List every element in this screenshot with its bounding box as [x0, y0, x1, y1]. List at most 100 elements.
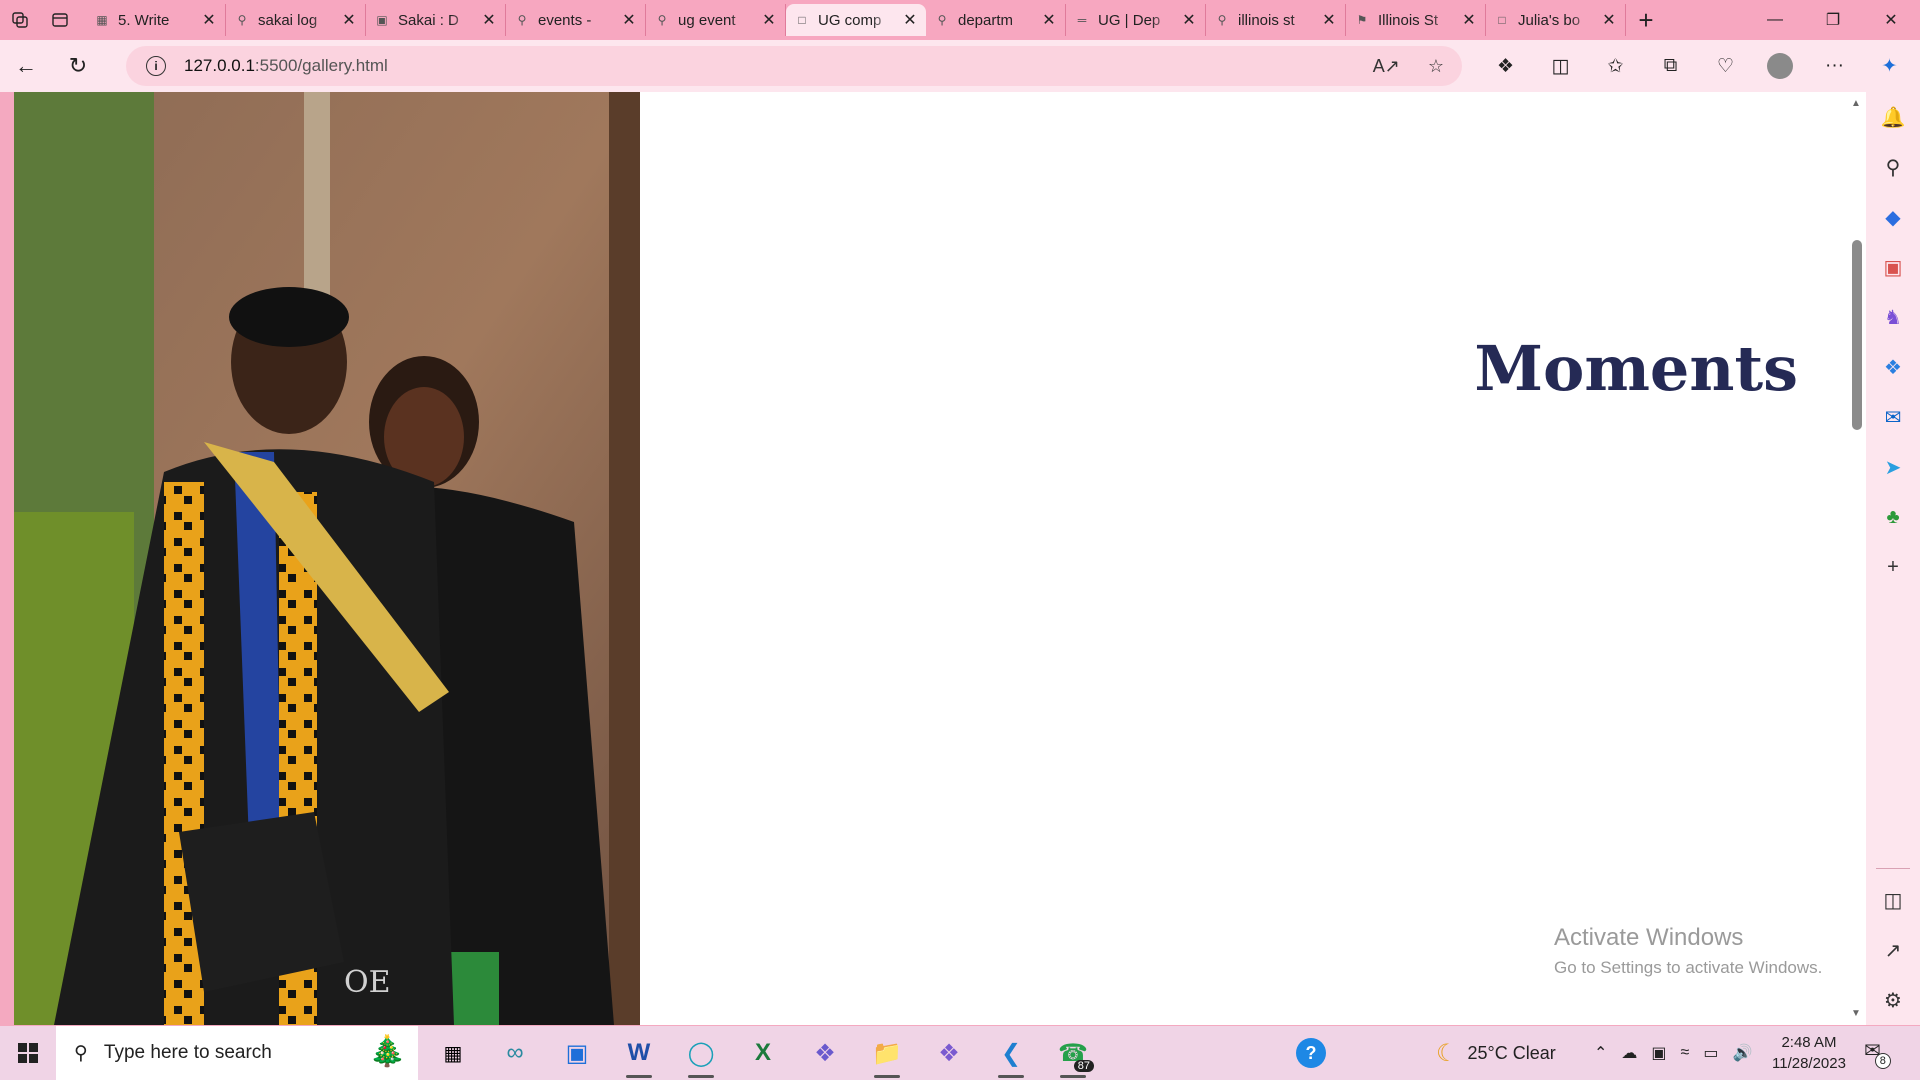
read-aloud-icon[interactable]: A↗ — [1373, 56, 1400, 77]
tab-7[interactable]: ═ UG | Dep ✕ — [1066, 4, 1206, 36]
tab-6[interactable]: ⚲ departm ✕ — [926, 4, 1066, 36]
scrollbar-thumb[interactable] — [1852, 240, 1862, 430]
tab-title: illinois st — [1238, 11, 1295, 29]
external-link-icon[interactable]: ↗ — [1866, 925, 1920, 975]
games-icon[interactable]: ♞ — [1866, 292, 1920, 342]
taskbar-clock[interactable]: 2:48 AM 11/28/2023 — [1772, 1032, 1846, 1074]
page-icon: □ — [1498, 13, 1506, 27]
tab-actions-icon[interactable] — [40, 0, 80, 40]
settings-gear-icon[interactable]: ⚙ — [1866, 975, 1920, 1025]
wifi-icon[interactable]: ≈ — [1681, 1044, 1690, 1062]
taskbar-search-box[interactable]: ⚲ Type here to search 🎄 — [56, 1026, 418, 1080]
weather-text: 25°C Clear — [1467, 1042, 1556, 1063]
copilot-infinity-icon[interactable]: ∞ — [484, 1026, 546, 1080]
window-controls: — ❐ ✕ — [1746, 0, 1920, 40]
close-tab-icon[interactable]: ✕ — [1321, 10, 1337, 30]
tab-title: ug event — [678, 11, 736, 29]
tools-briefcase-icon[interactable]: ▣ — [1866, 242, 1920, 292]
tab-8[interactable]: ⚲ illinois st ✕ — [1206, 4, 1346, 36]
whatsapp-icon[interactable]: ☎ 87 — [1042, 1026, 1104, 1080]
microsoft-store-icon[interactable]: ▣ — [546, 1026, 608, 1080]
microsoft-365-icon[interactable]: ❖ — [1866, 342, 1920, 392]
teams-icon[interactable]: ❖ — [794, 1026, 856, 1080]
sidebar-divider — [1876, 868, 1910, 869]
restore-button[interactable]: ❐ — [1804, 0, 1862, 40]
tab-title: Julia's bo — [1518, 11, 1581, 29]
activate-windows-subtitle: Go to Settings to activate Windows. — [1554, 958, 1823, 977]
tab-10[interactable]: □ Julia's bo ✕ — [1486, 4, 1626, 36]
profile-avatar[interactable] — [1767, 53, 1793, 79]
split-screen-icon[interactable]: ◫ — [1533, 40, 1588, 92]
close-tab-icon[interactable]: ✕ — [341, 10, 357, 30]
graduation-photo: OE — [14, 92, 640, 1025]
site-info-icon[interactable]: i — [146, 56, 166, 76]
activate-windows-title: Activate Windows — [1554, 924, 1744, 951]
extensions-icon[interactable]: ❖ — [1478, 40, 1533, 92]
close-tab-icon[interactable]: ✕ — [481, 10, 497, 30]
excel-icon[interactable]: X — [732, 1026, 794, 1080]
weather-widget[interactable]: ☾ 25°C Clear — [1436, 1026, 1556, 1080]
show-hidden-icons-chevron-icon[interactable]: ⌃ — [1594, 1043, 1607, 1063]
close-tab-icon[interactable]: ✕ — [621, 10, 637, 30]
help-icon[interactable]: ? — [1296, 1038, 1326, 1068]
back-button[interactable]: ← — [0, 40, 52, 92]
close-tab-icon[interactable]: ✕ — [761, 10, 777, 30]
taskbar-search-placeholder: Type here to search — [103, 1042, 272, 1063]
favorite-star-icon[interactable]: ☆ — [1428, 56, 1444, 77]
shopping-tag-icon[interactable]: ◆ — [1866, 192, 1920, 242]
add-sidebar-app-icon[interactable]: + — [1866, 542, 1920, 592]
close-window-button[interactable]: ✕ — [1862, 0, 1920, 40]
search-icon: ⚲ — [237, 13, 247, 27]
tab-1[interactable]: ⚲ sakai log ✕ — [226, 4, 366, 36]
task-view-icon[interactable]: ▦ — [422, 1026, 484, 1080]
close-tab-icon[interactable]: ✕ — [201, 10, 217, 30]
onedrive-icon[interactable]: ☁ — [1621, 1043, 1637, 1063]
drop-send-icon[interactable]: ➤ — [1866, 442, 1920, 492]
bell-icon[interactable]: 🔔 — [1866, 92, 1920, 142]
close-tab-icon[interactable]: ✕ — [1181, 10, 1197, 30]
outlook-icon[interactable]: ✉ — [1866, 392, 1920, 442]
browser-essentials-icon[interactable]: ♡ — [1698, 40, 1753, 92]
windows-start-button[interactable] — [0, 1026, 56, 1080]
tab-0[interactable]: ▦ 5. Write ✕ — [86, 4, 226, 36]
tab-5[interactable]: □ UG comp ✕ — [786, 4, 926, 36]
meet-now-icon[interactable]: ▣ — [1651, 1043, 1666, 1063]
battery-icon[interactable]: ▭ — [1703, 1043, 1718, 1063]
collections-icon[interactable]: ⧉ — [1643, 40, 1698, 92]
close-tab-icon[interactable]: ✕ — [1461, 10, 1477, 30]
new-tab-button[interactable]: + — [1626, 4, 1666, 36]
clock-time: 2:48 AM — [1781, 1034, 1837, 1051]
favorites-icon[interactable]: ✩ — [1588, 40, 1643, 92]
tab-9[interactable]: ⚑ Illinois St ✕ — [1346, 4, 1486, 36]
scroll-up-arrow[interactable]: ▲ — [1851, 98, 1861, 109]
more-menu-icon[interactable]: ··· — [1807, 40, 1862, 92]
address-bar[interactable]: i 127.0.0.1:5500/gallery.html A↗ ☆ — [126, 46, 1462, 86]
address-host: 127.0.0.1 — [184, 56, 255, 75]
copilot-icon[interactable]: ✦ — [1862, 40, 1917, 92]
tree-icon[interactable]: ♣ — [1866, 492, 1920, 542]
close-tab-icon[interactable]: ✕ — [902, 10, 918, 30]
tab-title: 5. Write — [118, 11, 170, 29]
tab-strip: ▦ 5. Write ✕ ⚲ sakai log ✕ ▣ Sakai : D ✕ ⚲ events … — [0, 0, 1920, 40]
refresh-button[interactable]: ↻ — [52, 40, 104, 92]
tab-title: departm — [958, 11, 1014, 29]
hide-sidebar-icon[interactable]: ◫ — [1866, 875, 1920, 925]
volume-icon[interactable]: 🔊 — [1732, 1043, 1752, 1063]
notification-center-icon[interactable]: ✉ 8 — [1864, 1038, 1891, 1069]
scroll-down-arrow[interactable]: ▼ — [1851, 1008, 1861, 1019]
copilot-app-icon[interactable]: ❖ — [918, 1026, 980, 1080]
close-tab-icon[interactable]: ✕ — [1601, 10, 1617, 30]
search-icon[interactable]: ⚲ — [1866, 142, 1920, 192]
close-tab-icon[interactable]: ✕ — [1041, 10, 1057, 30]
tab-4[interactable]: ⚲ ug event ✕ — [646, 4, 786, 36]
tab-2[interactable]: ▣ Sakai : D ✕ — [366, 4, 506, 36]
workspaces-icon[interactable] — [0, 0, 40, 40]
tab-3[interactable]: ⚲ events - ✕ — [506, 4, 646, 36]
word-icon[interactable]: W — [608, 1026, 670, 1080]
page-scrollbar[interactable]: ▲ ▼ — [1848, 92, 1866, 1025]
minimize-button[interactable]: — — [1746, 0, 1804, 40]
edge-browser-icon[interactable]: ◯ — [670, 1026, 732, 1080]
vscode-icon[interactable]: ❮ — [980, 1026, 1042, 1080]
file-explorer-icon[interactable]: 📁 — [856, 1026, 918, 1080]
holiday-tree-icon: 🎄 — [368, 1035, 406, 1068]
